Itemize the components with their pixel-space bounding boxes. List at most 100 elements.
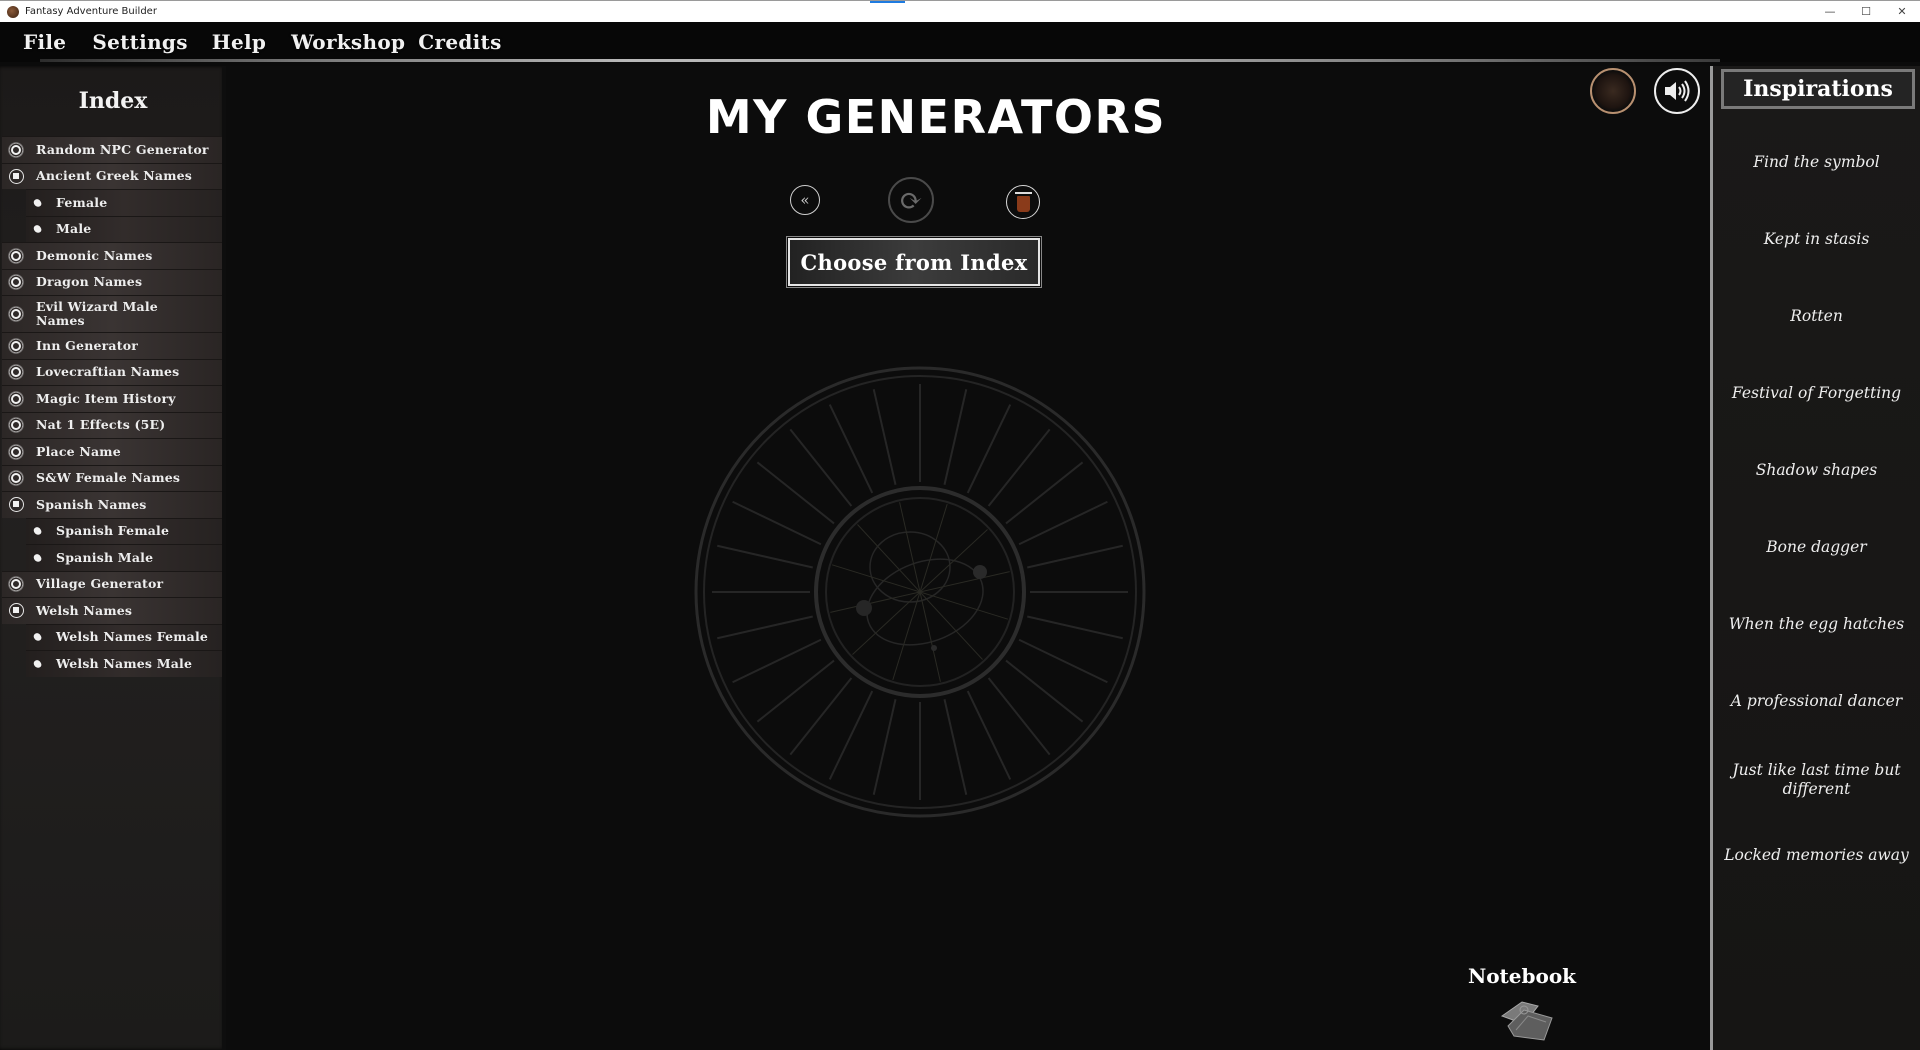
index-item[interactable]: Evil Wizard Male Names (2, 295, 222, 332)
index-item-label: Spanish Female (56, 523, 170, 539)
emblem-spoke (716, 615, 813, 640)
emblem-spoke (872, 699, 897, 796)
main-area: MY GENERATORS « ⟳ Choose from Index Note… (226, 66, 1710, 1050)
sun-icon (5, 415, 27, 435)
folder-icon (5, 166, 27, 186)
inspiration-item[interactable]: Kept in stasis (1713, 230, 1920, 249)
inspiration-item[interactable]: Locked memories away (1713, 846, 1920, 865)
leaf-icon-glyph (32, 552, 42, 563)
index-subitem[interactable]: Welsh Names Male (26, 650, 222, 677)
app-icon (7, 5, 19, 18)
sun-icon-glyph (8, 470, 24, 487)
index-item[interactable]: Village Generator (2, 570, 222, 597)
leaf-icon-glyph (32, 658, 42, 669)
index-item[interactable]: Dragon Names (2, 268, 222, 295)
index-folder[interactable]: Welsh Names (2, 597, 222, 624)
emblem-spoke (1027, 615, 1124, 640)
index-subitem[interactable]: Female (26, 189, 222, 216)
sun-icon-glyph (8, 364, 24, 381)
menu-help[interactable]: Help (212, 30, 266, 54)
menu-workshop[interactable]: Workshop (291, 30, 405, 54)
close-button[interactable]: ✕ (1884, 1, 1920, 22)
inspiration-item[interactable]: Find the symbol (1713, 153, 1920, 172)
refresh-button[interactable]: ⟳ (888, 177, 934, 223)
index-folder[interactable]: Ancient Greek Names (2, 162, 222, 189)
leaf-icon (32, 548, 42, 568)
notebook-label: Notebook (1467, 964, 1577, 988)
index-list: Random NPC Generator Ancient Greek Names F… (2, 136, 222, 677)
emblem-spoke (1005, 461, 1084, 525)
index-item-label: Nat 1 Effects (5E) (36, 417, 166, 433)
index-item[interactable]: Demonic Names (2, 242, 222, 269)
emblem-spoke (828, 690, 874, 780)
emblem-spoke (987, 428, 1051, 507)
minimize-button[interactable]: — (1812, 1, 1848, 22)
window-controls: — ☐ ✕ (1812, 1, 1920, 22)
emblem-spoke (789, 677, 853, 756)
folder-icon-glyph (8, 603, 24, 619)
emblem-spoke (756, 659, 835, 723)
sun-icon (5, 442, 27, 462)
index-subitem[interactable]: Spanish Female (26, 517, 222, 544)
index-item-label: Welsh Names Male (56, 655, 193, 671)
emblem-spoke (789, 428, 853, 507)
sun-icon (5, 362, 27, 382)
menu-settings[interactable]: Settings (92, 30, 187, 54)
index-item[interactable]: Inn Generator (2, 332, 222, 359)
window-title-bar: Fantasy Adventure Builder — ☐ ✕ (0, 0, 1920, 22)
index-item[interactable]: Place Name (2, 438, 222, 465)
index-item-label: Magic Item History (36, 390, 176, 406)
inspiration-item[interactable]: When the egg hatches (1713, 615, 1920, 634)
inspirations-panel: Inspirations Find the symbol Kept in stas… (1710, 66, 1920, 1050)
inspiration-item[interactable]: Festival of Forgetting (1713, 384, 1920, 403)
index-item[interactable]: S&W Female Names (2, 464, 222, 491)
index-subitem[interactable]: Male (26, 215, 222, 242)
emblem-spoke (987, 677, 1051, 756)
index-subitem[interactable]: Spanish Male (26, 544, 222, 571)
index-subitem[interactable]: Welsh Names Female (26, 623, 222, 650)
sun-icon-glyph (8, 443, 24, 460)
index-item-label: Welsh Names Female (56, 629, 209, 645)
inspiration-item[interactable]: Rotten (1713, 307, 1920, 326)
sun-icon (5, 246, 27, 266)
sun-icon-glyph (8, 141, 24, 158)
sun-icon (5, 304, 27, 324)
sun-icon (5, 468, 27, 488)
back-button[interactable]: « (790, 185, 820, 215)
theme-toggle-button[interactable] (1590, 68, 1636, 114)
emblem-spoke (943, 699, 968, 796)
emblem-spoke (966, 690, 1012, 780)
notebook-icon[interactable] (1494, 996, 1558, 1042)
index-item-label: Spanish Male (56, 549, 154, 565)
decorative-emblem-icon (694, 366, 1146, 818)
leaf-icon-glyph (32, 632, 42, 643)
inspiration-item[interactable]: Bone dagger (1713, 538, 1920, 557)
index-item[interactable]: Nat 1 Effects (5E) (2, 411, 222, 438)
delete-button[interactable] (1006, 185, 1040, 219)
index-item[interactable]: Lovecraftian Names (2, 358, 222, 385)
inspiration-item[interactable]: A professional dancer (1713, 692, 1920, 711)
index-item-label: Female (56, 194, 108, 210)
inspiration-item[interactable]: Shadow shapes (1713, 461, 1920, 480)
refresh-icon: ⟳ (899, 183, 923, 217)
leaf-icon (32, 627, 42, 647)
menu-file[interactable]: File (23, 30, 66, 54)
index-item[interactable]: Random NPC Generator (2, 136, 222, 163)
speaker-icon (1665, 80, 1690, 102)
leaf-icon (32, 521, 42, 541)
choose-from-index-button[interactable]: Choose from Index (786, 236, 1042, 288)
index-item[interactable]: Magic Item History (2, 385, 222, 412)
sun-icon-glyph (8, 274, 24, 291)
menu-credits[interactable]: Credits (418, 30, 501, 54)
index-item-label: Place Name (36, 443, 121, 459)
folder-icon (5, 495, 27, 515)
menu-bar: File Settings Help Workshop Credits (0, 22, 1920, 62)
sound-toggle-button[interactable] (1654, 68, 1700, 114)
sun-icon-glyph (8, 390, 24, 407)
trash-icon (1014, 191, 1032, 212)
sun-icon (5, 574, 27, 594)
inspiration-item[interactable]: Just like last time but different (1713, 761, 1920, 799)
maximize-button[interactable]: ☐ (1848, 1, 1884, 22)
sun-icon (5, 272, 27, 292)
index-folder[interactable]: Spanish Names (2, 491, 222, 518)
